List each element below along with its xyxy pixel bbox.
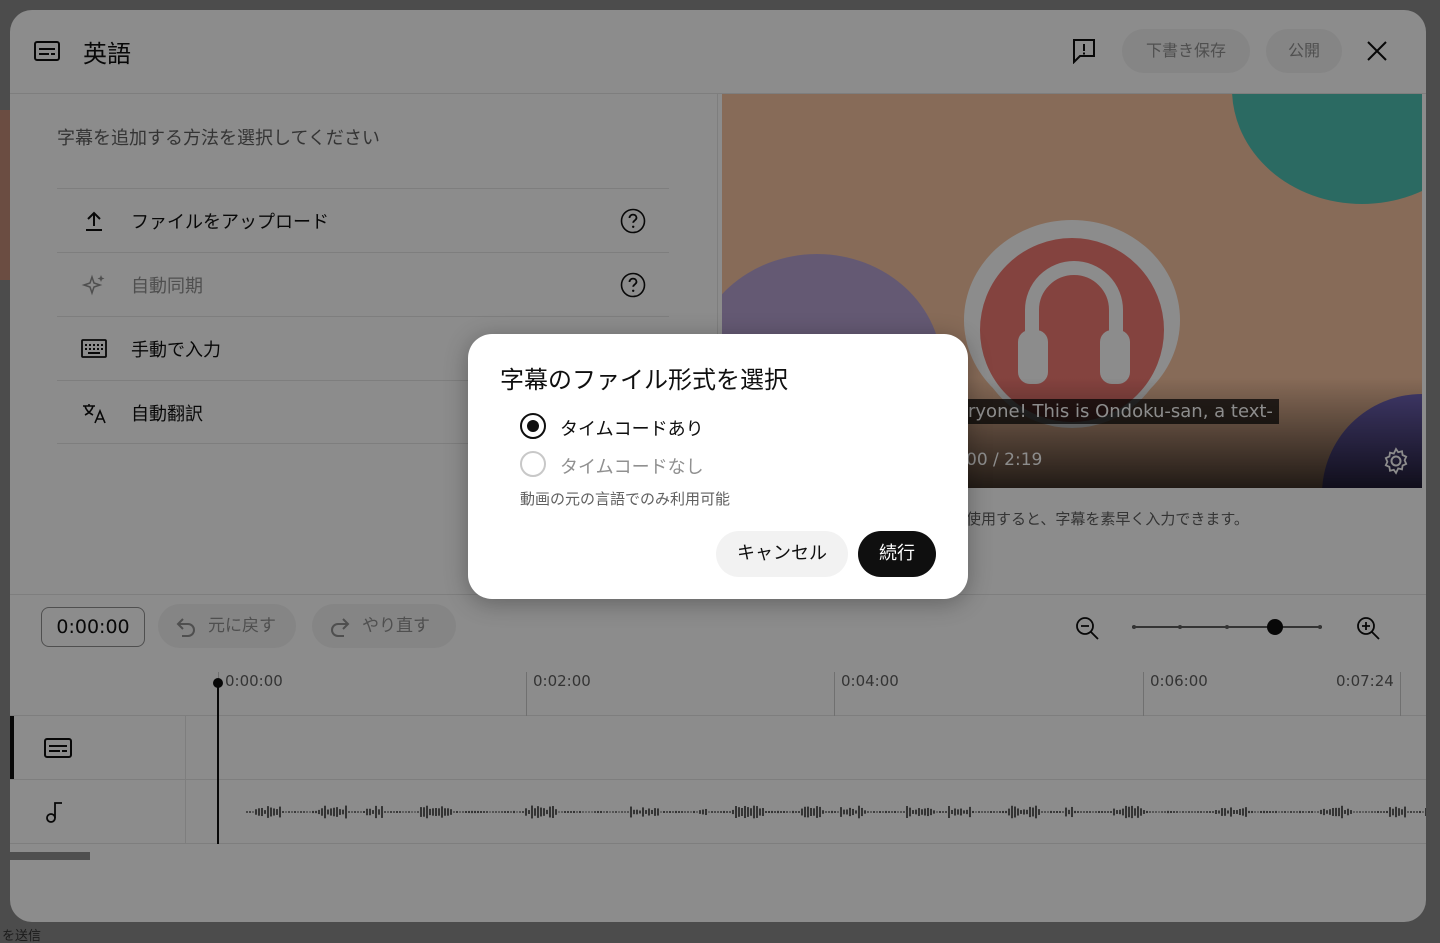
file-format-dialog: 字幕のファイル形式を選択 タイムコードあり タイムコードなし 動画の元の言語での… — [468, 334, 968, 599]
cancel-button[interactable]: キャンセル — [716, 531, 848, 577]
option-note: 動画の元の言語でのみ利用可能 — [520, 490, 731, 508]
option-label: タイムコードなし — [560, 457, 704, 478]
continue-button[interactable]: 続行 — [858, 531, 936, 577]
option-label: タイムコードあり — [560, 419, 704, 440]
dialog-title: 字幕のファイル形式を選択 — [500, 366, 788, 394]
radio-button — [520, 451, 546, 477]
radio-button-checked[interactable] — [520, 413, 546, 439]
